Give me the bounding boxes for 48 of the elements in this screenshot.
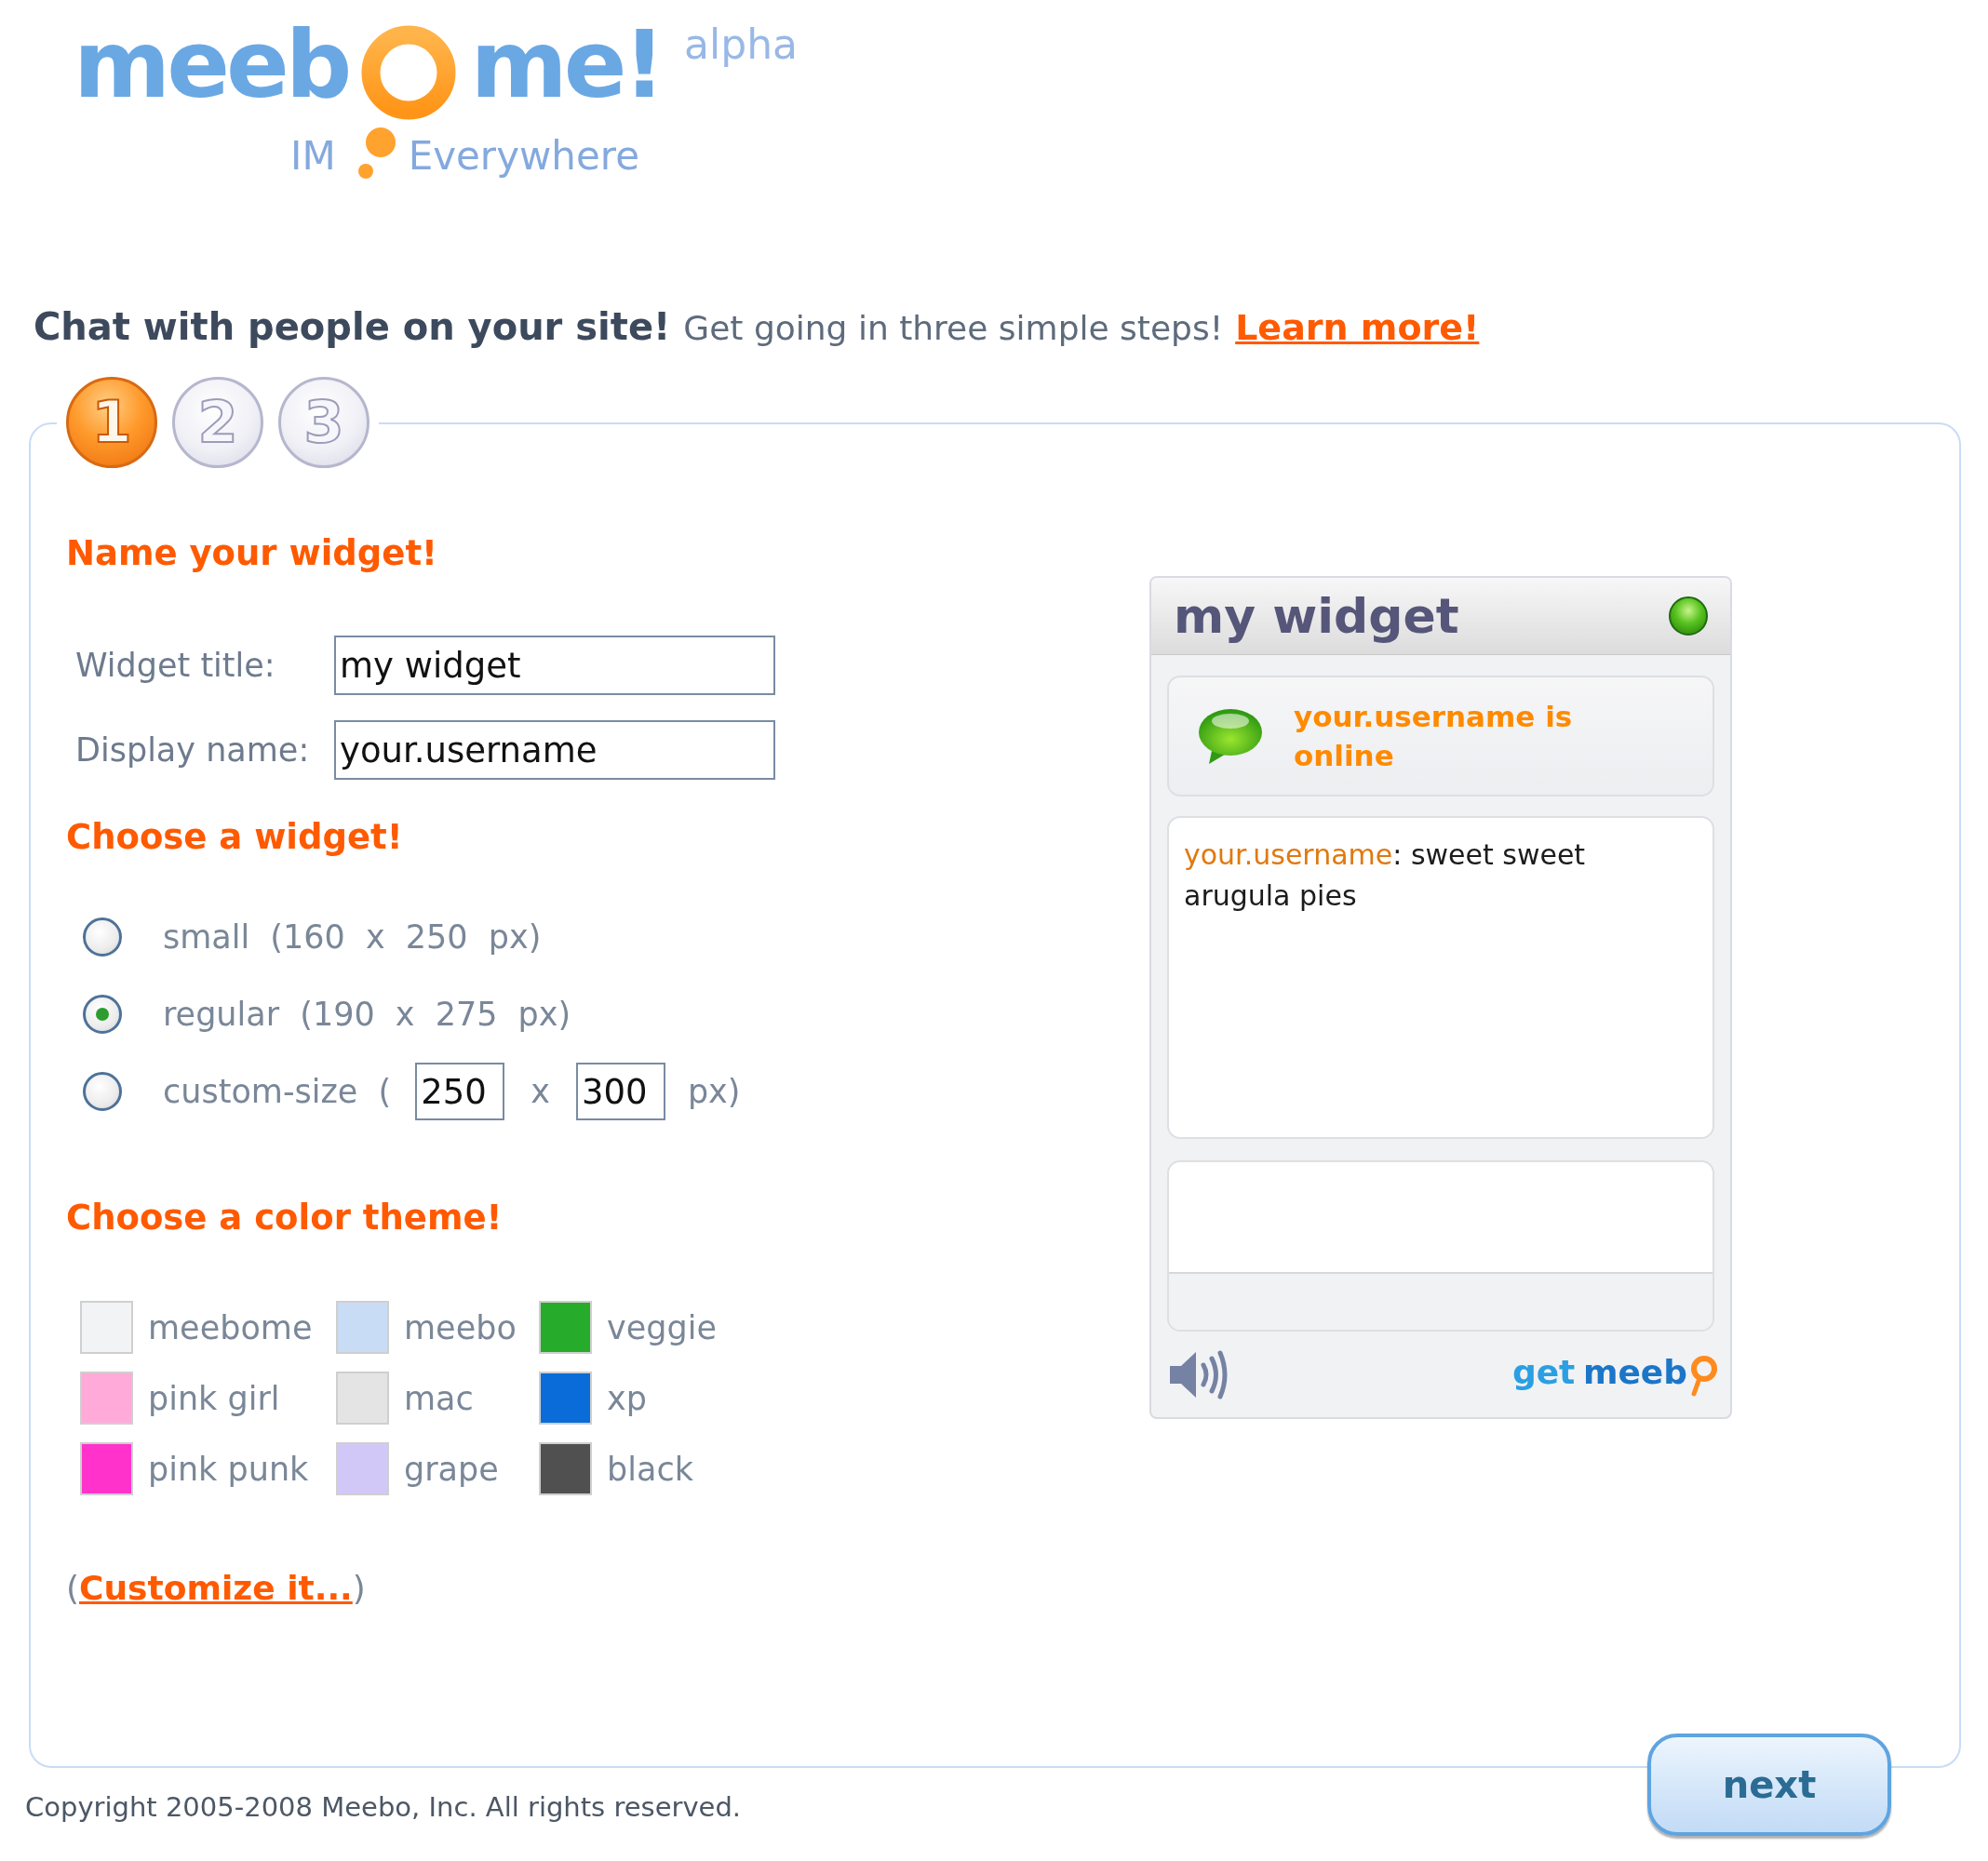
message-input-field[interactable] bbox=[1169, 1162, 1713, 1274]
theme-option[interactable]: black bbox=[539, 1442, 693, 1495]
times-label: x bbox=[531, 1073, 550, 1110]
intro-title: Chat with people on your site! bbox=[34, 304, 671, 349]
radio-label: regular (190 x 275 px) bbox=[163, 996, 571, 1033]
theme-option[interactable]: mac bbox=[336, 1372, 474, 1425]
step-indicator: 1 bbox=[66, 377, 157, 468]
speech-bubble-icon bbox=[1197, 708, 1262, 764]
logo-text: me! bbox=[470, 19, 663, 112]
customize-link[interactable]: Customize it... bbox=[79, 1569, 353, 1607]
tagline-text: Everywhere bbox=[408, 137, 639, 176]
tagline-text: IM bbox=[290, 137, 336, 176]
theme-option[interactable]: grape bbox=[336, 1442, 499, 1495]
step-indicator: 3 bbox=[278, 377, 369, 468]
theme-option[interactable]: pink girl bbox=[80, 1372, 280, 1425]
section-heading: Choose a widget! bbox=[66, 817, 403, 858]
text-field[interactable]: my widget bbox=[334, 636, 775, 695]
theme-option[interactable]: veggie bbox=[539, 1301, 717, 1354]
theme-option[interactable]: xp bbox=[539, 1372, 647, 1425]
number-field[interactable]: 300 bbox=[575, 1063, 665, 1120]
radio-button[interactable] bbox=[83, 995, 122, 1034]
radio-button[interactable] bbox=[83, 1072, 122, 1111]
unit-label: px) bbox=[687, 1073, 741, 1110]
chat-message: your.username: sweet sweet arugula pies bbox=[1184, 837, 1587, 914]
get-meebo-link[interactable]: get meeb bbox=[1511, 1352, 1717, 1397]
copyright-text: Copyright 2005-2008 Meebo, Inc. All rights reserved. bbox=[25, 1791, 742, 1823]
status-text: your.username is online bbox=[1294, 699, 1574, 774]
logo-dots-icon bbox=[357, 127, 396, 180]
radio-label: custom-size ( bbox=[163, 1073, 392, 1110]
logo-ring-icon bbox=[361, 25, 457, 120]
theme-option[interactable]: meebome bbox=[80, 1301, 313, 1354]
alpha-label: alpha bbox=[684, 24, 799, 65]
intro-subtitle: Get going in three simple steps! bbox=[683, 308, 1224, 349]
customize-note: (Customize it...) bbox=[66, 1568, 366, 1608]
logo-text: meeb bbox=[74, 19, 349, 112]
radio-button[interactable] bbox=[83, 917, 122, 957]
theme-option[interactable]: meebo bbox=[336, 1301, 517, 1354]
next-button[interactable]: next bbox=[1647, 1734, 1891, 1836]
radio-label: small (160 x 250 px) bbox=[163, 918, 542, 956]
section-heading: Choose a color theme! bbox=[66, 1198, 503, 1238]
theme-option[interactable]: pink punk bbox=[80, 1442, 309, 1495]
field-label: Display name: bbox=[75, 731, 311, 769]
number-field[interactable]: 250 bbox=[415, 1063, 505, 1120]
field-label: Widget title: bbox=[75, 647, 276, 684]
text-field[interactable]: your.username bbox=[334, 720, 775, 780]
section-heading: Name your widget! bbox=[66, 533, 437, 574]
step-indicator: 2 bbox=[172, 377, 263, 468]
learn-more-link[interactable]: Learn more! bbox=[1235, 305, 1480, 350]
